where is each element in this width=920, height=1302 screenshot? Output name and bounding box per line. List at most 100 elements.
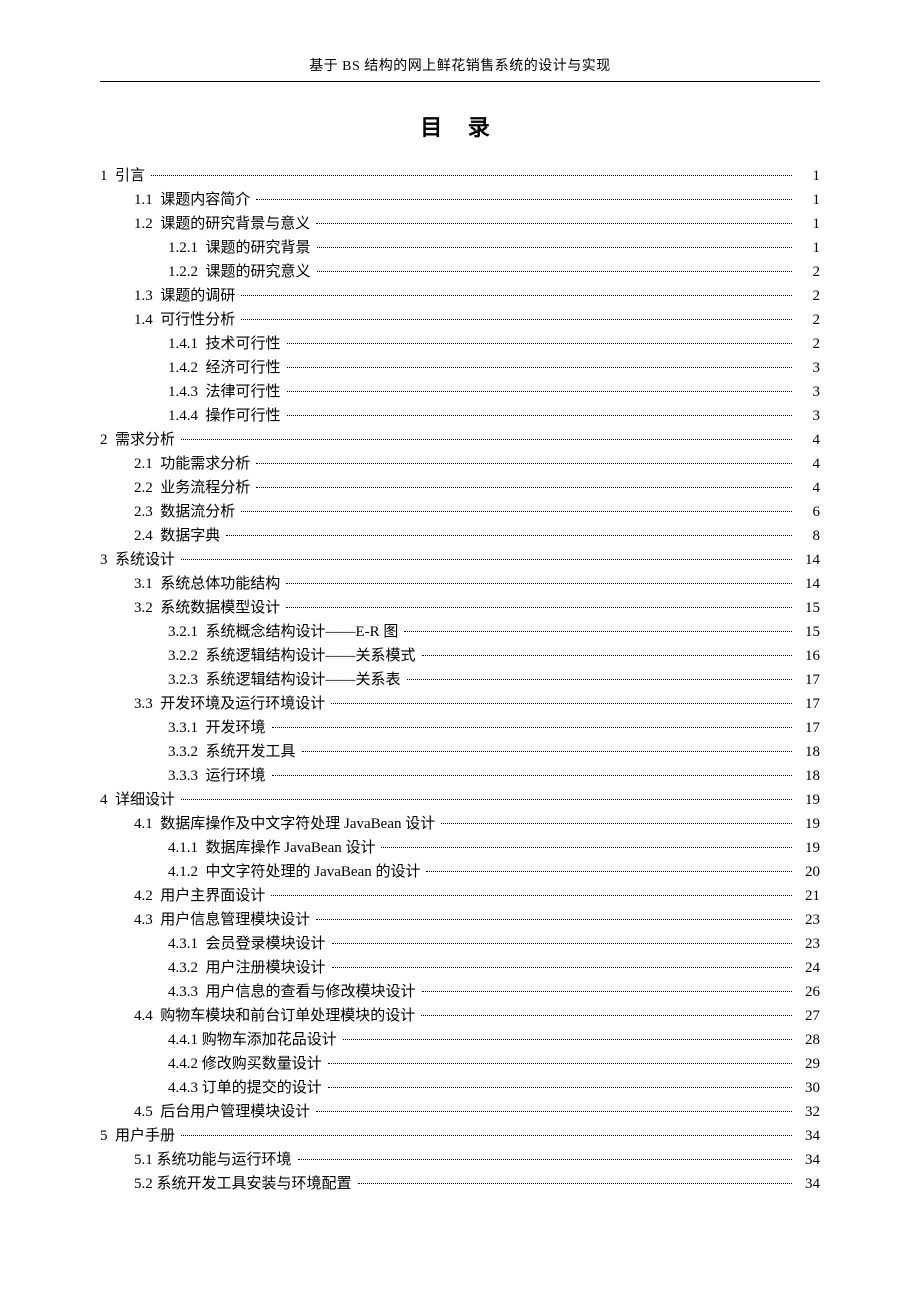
- toc-entry-label: 4.4.1 购物车添加花品设计: [168, 1028, 341, 1052]
- toc-entry-label: 2.1 功能需求分析: [134, 452, 254, 476]
- toc-entry-label: 4 详细设计: [100, 788, 179, 812]
- toc-leader: [256, 199, 792, 200]
- toc-entry-page: 19: [794, 812, 820, 836]
- toc-entry-number: 4.2: [134, 884, 153, 908]
- toc-leader: [181, 559, 792, 560]
- toc-entry-page: 4: [794, 428, 820, 452]
- toc-entry-number: 3.2.3: [168, 668, 198, 692]
- toc-entry-label: 1.2.1 课题的研究背景: [168, 236, 315, 260]
- document-page: 基于 BS 结构的网上鲜花销售系统的设计与实现 目 录 1 引言11.1 课题内…: [0, 0, 920, 1256]
- toc-entry-number: 4.1.1: [168, 836, 198, 860]
- toc-leader: [181, 799, 792, 800]
- toc-entry-label: 5 用户手册: [100, 1124, 179, 1148]
- toc-entry-title: 数据流分析: [160, 504, 235, 520]
- toc-entry-page: 2: [794, 260, 820, 284]
- toc-entry: 1.4.3 法律可行性 3: [100, 380, 820, 404]
- toc-entry-title: 数据库操作 JavaBean 设计: [206, 840, 376, 856]
- toc-entry-page: 14: [794, 572, 820, 596]
- toc-entry-title: 系统开发工具: [206, 744, 296, 760]
- toc-entry-label: 4.1 数据库操作及中文字符处理 JavaBean 设计: [134, 812, 439, 836]
- toc-entry-title: 业务流程分析: [160, 480, 250, 496]
- toc-entry-page: 3: [794, 380, 820, 404]
- toc-leader: [286, 607, 792, 608]
- toc-entry: 3.2 系统数据模型设计 15: [100, 596, 820, 620]
- toc-entry-number: 3.2.1: [168, 620, 198, 644]
- toc-entry-title: 用户主界面设计: [160, 888, 265, 904]
- toc-entry-page: 34: [794, 1124, 820, 1148]
- toc-leader: [404, 631, 792, 632]
- toc-entry: 4.3.2 用户注册模块设计 24: [100, 956, 820, 980]
- toc-entry-number: 3.2.2: [168, 644, 198, 668]
- toc-leader: [426, 871, 792, 872]
- toc-entry-label: 1.1 课题内容简介: [134, 188, 254, 212]
- toc-entry-page: 4: [794, 476, 820, 500]
- toc-entry-page: 3: [794, 356, 820, 380]
- toc-entry-number: 4.3.2: [168, 956, 198, 980]
- toc-entry-number: 1.4.4: [168, 404, 198, 428]
- toc-entry-label: 3.3.1 开发环境: [168, 716, 270, 740]
- toc-entry-label: 1.3 课题的调研: [134, 284, 239, 308]
- toc-leader: [272, 775, 792, 776]
- toc-entry: 3.3.2 系统开发工具 18: [100, 740, 820, 764]
- toc-entry-page: 18: [794, 740, 820, 764]
- toc-entry: 3.1 系统总体功能结构 14: [100, 572, 820, 596]
- toc-leader: [241, 295, 792, 296]
- toc-entry-number: 1.2.2: [168, 260, 198, 284]
- toc-entry-page: 19: [794, 836, 820, 860]
- toc-entry-label: 3.1 系统总体功能结构: [134, 572, 284, 596]
- toc-leader: [421, 1015, 792, 1016]
- toc-entry-label: 3.2 系统数据模型设计: [134, 596, 284, 620]
- toc-entry-page: 2: [794, 284, 820, 308]
- toc-entry-title: 课题的研究背景与意义: [160, 216, 310, 232]
- toc-entry-number: 2.1: [134, 452, 153, 476]
- toc-entry-number: 2: [100, 428, 108, 452]
- toc-entry-title: 用户信息管理模块设计: [160, 912, 310, 928]
- toc-entry-label: 2.2 业务流程分析: [134, 476, 254, 500]
- toc-entry-label: 4.1.2 中文字符处理的 JavaBean 的设计: [168, 860, 424, 884]
- toc-entry: 2 需求分析 4: [100, 428, 820, 452]
- toc-leader: [226, 535, 792, 536]
- toc-entry-number: 1.1: [134, 188, 153, 212]
- toc-entry-title: 用户信息的查看与修改模块设计: [206, 984, 416, 1000]
- toc-entry-title: 用户手册: [115, 1128, 175, 1144]
- toc-entry-page: 15: [794, 596, 820, 620]
- toc-leader: [271, 895, 792, 896]
- toc-entry-label: 2 需求分析: [100, 428, 179, 452]
- toc-entry-title: 引言: [115, 168, 145, 184]
- toc-leader: [381, 847, 792, 848]
- toc-entry-page: 30: [794, 1076, 820, 1100]
- toc-entry-title: 购物车添加花品设计: [202, 1032, 337, 1048]
- toc-leader: [181, 1135, 792, 1136]
- toc-entry-title: 系统功能与运行环境: [157, 1152, 292, 1168]
- toc-entry: 1 引言1: [100, 164, 820, 188]
- toc-entry-number: 2.4: [134, 524, 153, 548]
- toc-leader: [328, 1087, 792, 1088]
- toc-leader: [328, 1063, 792, 1064]
- toc-leader: [441, 823, 792, 824]
- toc-entry-title: 数据库操作及中文字符处理 JavaBean 设计: [160, 816, 435, 832]
- toc-entry: 4.1.1 数据库操作 JavaBean 设计 19: [100, 836, 820, 860]
- toc-leader: [358, 1183, 792, 1184]
- toc-entry-page: 18: [794, 764, 820, 788]
- toc-entry-label: 2.3 数据流分析: [134, 500, 239, 524]
- toc-leader: [241, 319, 792, 320]
- toc-entry-number: 3.3.1: [168, 716, 198, 740]
- toc-entry-title: 订单的提交的设计: [202, 1080, 322, 1096]
- toc-leader: [332, 943, 792, 944]
- toc-entry: 3.3.3 运行环境 18: [100, 764, 820, 788]
- toc-entry: 1.4 可行性分析2: [100, 308, 820, 332]
- toc-entry: 2.2 业务流程分析 4: [100, 476, 820, 500]
- toc-entry-label: 4.4 购物车模块和前台订单处理模块的设计: [134, 1004, 419, 1028]
- toc-entry: 4.3.1 会员登录模块设计 23: [100, 932, 820, 956]
- toc-entry-number: 1.4.3: [168, 380, 198, 404]
- toc-entry-title: 系统概念结构设计——E-R 图: [206, 624, 399, 640]
- toc-entry-page: 23: [794, 932, 820, 956]
- toc-entry-label: 1.2.2 课题的研究意义: [168, 260, 315, 284]
- toc-leader: [343, 1039, 792, 1040]
- toc-entry-page: 6: [794, 500, 820, 524]
- toc-leader: [407, 679, 792, 680]
- toc-entry-title: 详细设计: [115, 792, 175, 808]
- toc-entry-page: 1: [794, 164, 820, 188]
- toc-leader: [287, 391, 792, 392]
- toc-entry-title: 开发环境: [206, 720, 266, 736]
